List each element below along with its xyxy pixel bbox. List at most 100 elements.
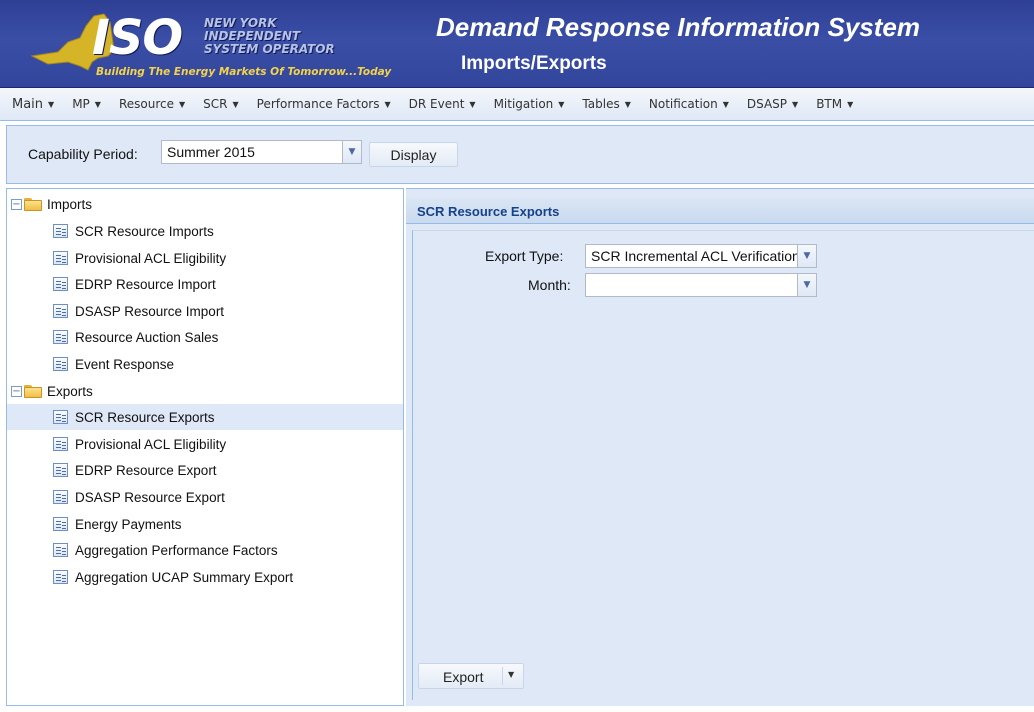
- tree-item-scr-resource-imports[interactable]: SCR Resource Imports: [7, 218, 403, 244]
- document-icon: [53, 463, 68, 477]
- menu-main-label: Main: [12, 96, 44, 112]
- chevron-down-icon: ▼: [722, 99, 729, 109]
- tree-item-label: Energy Payments: [75, 516, 182, 532]
- folder-open-icon: [24, 197, 42, 211]
- document-icon: [53, 304, 68, 318]
- export-type-label: Export Type:: [485, 248, 564, 264]
- menu-dr-event[interactable]: DR Event ▼: [409, 97, 476, 111]
- tree-item-label: Provisional ACL Eligibility: [75, 436, 227, 452]
- month-label: Month:: [528, 277, 571, 293]
- tree-folder-exports[interactable]: − Exports: [7, 378, 403, 404]
- document-icon: [53, 410, 68, 424]
- nyiso-logo: ISO NEW YORK INDEPENDENT SYSTEM OPERATOR…: [12, 8, 420, 82]
- tree-item-label: Aggregation Performance Factors: [75, 542, 278, 558]
- export-type-select[interactable]: SCR Incremental ACL Verification ▼: [585, 244, 817, 268]
- logo-tagline: Building The Energy Markets Of Tomorrow.…: [96, 66, 392, 78]
- document-icon: [53, 357, 68, 371]
- panel-header: SCR Resource Exports: [406, 198, 1034, 224]
- tree-item-aggregation-ucap-summary-export[interactable]: Aggregation UCAP Summary Export: [7, 564, 403, 590]
- collapse-icon[interactable]: −: [11, 198, 22, 210]
- export-split-button[interactable]: Export ▼: [418, 663, 524, 689]
- tree-item-label: Event Response: [75, 356, 175, 372]
- tree-item-label: Resource Auction Sales: [75, 329, 219, 345]
- tree-item-provisional-acl-eligibility-import[interactable]: Provisional ACL Eligibility: [7, 245, 403, 271]
- chevron-down-icon: ▼: [469, 99, 476, 109]
- tree-item-scr-resource-exports[interactable]: SCR Resource Exports: [7, 404, 403, 430]
- export-type-value: SCR Incremental ACL Verification: [591, 248, 800, 264]
- tree-item-energy-payments[interactable]: Energy Payments: [7, 511, 403, 537]
- chevron-down-icon[interactable]: ▼: [797, 274, 816, 296]
- menu-mitigation[interactable]: Mitigation ▼: [494, 97, 565, 111]
- menu-btm-label: BTM: [816, 97, 843, 111]
- menu-mp[interactable]: MP ▼: [72, 97, 101, 111]
- menu-scr[interactable]: SCR ▼: [203, 97, 239, 111]
- tree-item-edrp-resource-import[interactable]: EDRP Resource Import: [7, 271, 403, 297]
- document-icon: [53, 277, 68, 291]
- menu-performance-factors[interactable]: Performance Factors ▼: [257, 97, 391, 111]
- chevron-down-icon: ▼: [384, 99, 391, 109]
- tree-item-provisional-acl-eligibility-export[interactable]: Provisional ACL Eligibility: [7, 431, 403, 457]
- document-icon: [53, 437, 68, 451]
- tree-item-edrp-resource-export[interactable]: EDRP Resource Export: [7, 457, 403, 483]
- display-button[interactable]: Display: [369, 142, 458, 167]
- tree-item-label: Aggregation UCAP Summary Export: [75, 569, 294, 585]
- chevron-down-icon[interactable]: ▼: [508, 670, 514, 679]
- menu-performance-factors-label: Performance Factors: [256, 97, 380, 111]
- menu-resource[interactable]: Resource ▼: [119, 97, 185, 111]
- chevron-down-icon: ▼: [624, 99, 631, 109]
- chevron-down-icon: ▼: [48, 99, 55, 109]
- menu-dr-event-label: DR Event: [408, 97, 465, 111]
- menu-scr-label: SCR: [203, 97, 228, 111]
- tree-folder-imports[interactable]: − Imports: [7, 191, 403, 217]
- document-icon: [53, 490, 68, 504]
- chevron-down-icon: ▼: [558, 99, 565, 109]
- capability-period-toolbar: Capability Period: Summer 2015 ▼ Display: [6, 125, 1034, 184]
- panel-title: SCR Resource Exports: [417, 204, 560, 219]
- chevron-down-icon[interactable]: ▼: [797, 245, 816, 267]
- menu-dsasp-label: DSASP: [746, 97, 788, 111]
- tree-item-label: EDRP Resource Export: [75, 462, 217, 478]
- document-icon: [53, 543, 68, 557]
- collapse-icon[interactable]: −: [11, 385, 22, 397]
- menu-resource-label: Resource: [118, 97, 174, 111]
- tree-folder-label: Exports: [47, 383, 93, 399]
- menu-tables-label: Tables: [582, 97, 620, 111]
- menu-main[interactable]: Main ▼: [12, 97, 54, 112]
- chevron-down-icon: ▼: [847, 99, 854, 109]
- app-header: ISO NEW YORK INDEPENDENT SYSTEM OPERATOR…: [0, 0, 1034, 88]
- menu-mitigation-label: Mitigation: [493, 97, 554, 111]
- tree-item-event-response[interactable]: Event Response: [7, 351, 403, 377]
- split-divider: [502, 667, 503, 685]
- page-title: Imports/Exports: [461, 53, 607, 74]
- tree-folder-label: Imports: [47, 196, 93, 212]
- tree-item-label: SCR Resource Imports: [75, 223, 214, 239]
- tree-item-dsasp-resource-import[interactable]: DSASP Resource Import: [7, 298, 403, 324]
- import-export-tree: − Imports SCR Resource Imports Provision…: [6, 188, 404, 706]
- month-select[interactable]: ▼: [585, 273, 817, 297]
- chevron-down-icon: ▼: [232, 99, 239, 109]
- capability-period-value: Summer 2015: [167, 144, 255, 160]
- tree-item-aggregation-performance-factors[interactable]: Aggregation Performance Factors: [7, 537, 403, 563]
- tree-item-label: SCR Resource Exports: [75, 409, 215, 425]
- chevron-down-icon: ▼: [178, 99, 186, 109]
- document-icon: [53, 224, 68, 238]
- menu-notification-label: Notification: [648, 97, 718, 111]
- menu-mp-label: MP: [72, 97, 90, 111]
- tree-item-label: DSASP Resource Import: [75, 303, 225, 319]
- document-icon: [53, 330, 68, 344]
- chevron-down-icon[interactable]: ▼: [342, 141, 361, 163]
- menu-dsasp[interactable]: DSASP ▼: [747, 97, 798, 111]
- document-icon: [53, 570, 68, 584]
- document-icon: [53, 251, 68, 265]
- logo-name-line-3: SYSTEM OPERATOR: [204, 42, 335, 56]
- scr-resource-exports-panel: SCR Resource Exports Export Type: SCR In…: [406, 188, 1034, 706]
- menu-tables[interactable]: Tables ▼: [582, 97, 630, 111]
- tree-item-dsasp-resource-export[interactable]: DSASP Resource Export: [7, 484, 403, 510]
- logo-iso-text: ISO: [92, 10, 183, 66]
- menu-notification[interactable]: Notification ▼: [649, 97, 729, 111]
- menu-btm[interactable]: BTM ▼: [816, 97, 853, 111]
- main-menu-bar: Main ▼ MP ▼ Resource ▼ SCR ▼ Performance Fac…: [0, 88, 1034, 121]
- capability-period-select[interactable]: Summer 2015 ▼: [161, 140, 362, 164]
- tree-item-resource-auction-sales[interactable]: Resource Auction Sales: [7, 324, 403, 350]
- chevron-down-icon: ▼: [94, 99, 101, 109]
